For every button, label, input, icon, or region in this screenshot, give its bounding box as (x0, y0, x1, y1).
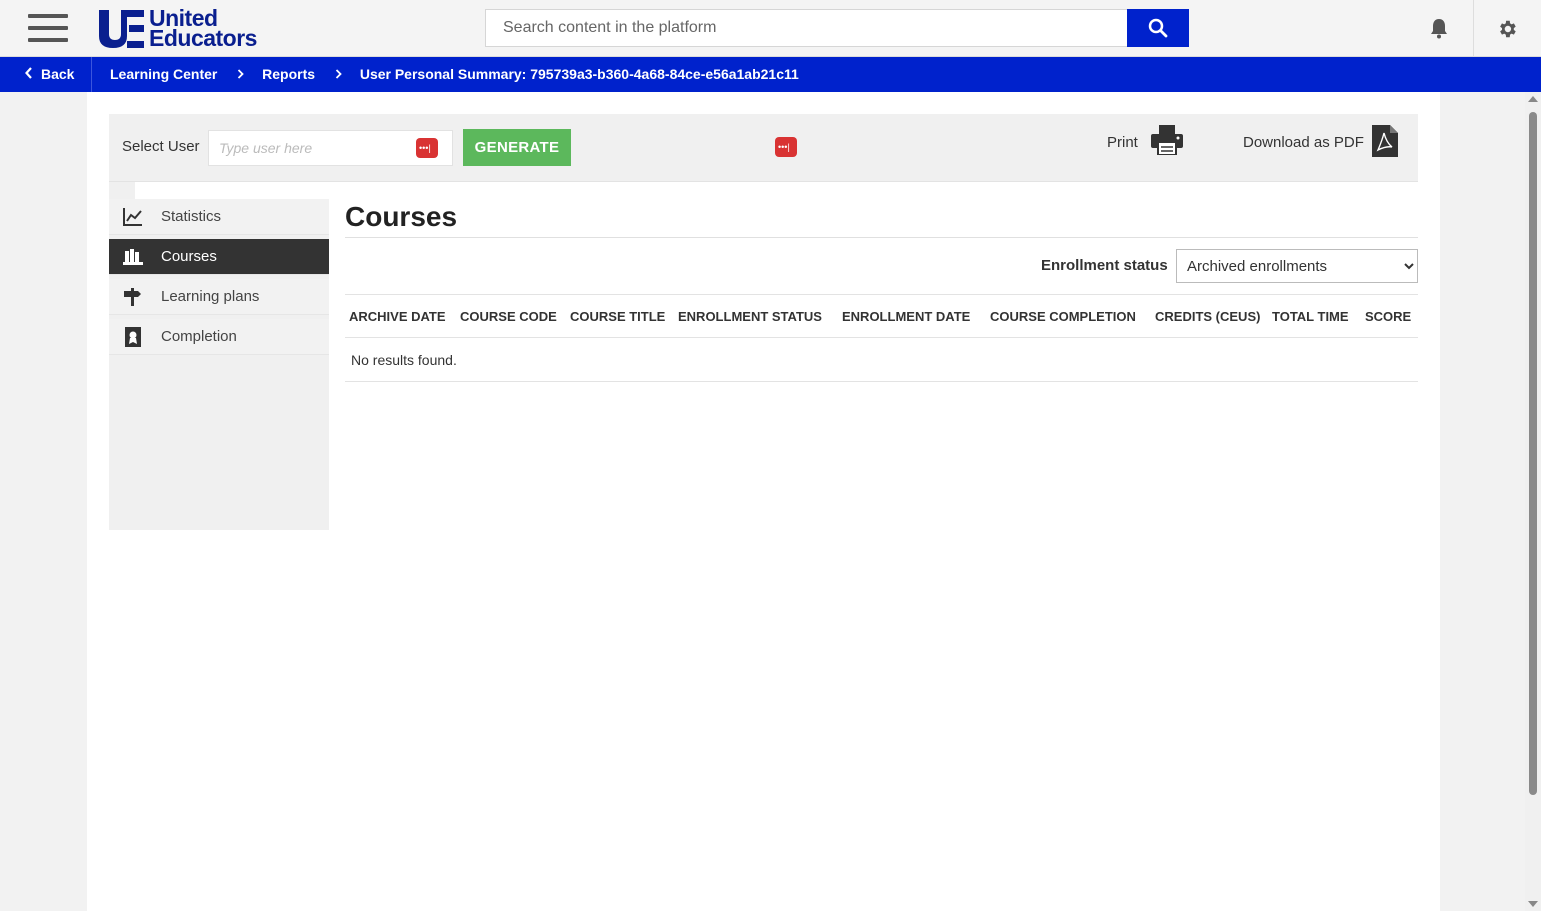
sidenav-label-courses: Courses (161, 248, 217, 265)
search-button[interactable] (1127, 9, 1189, 47)
column-course-completion[interactable]: COURSE COMPLETION (986, 294, 1151, 338)
enrollment-status-select[interactable]: Archived enrollments (1176, 249, 1418, 283)
column-total-time[interactable]: TOTAL TIME (1268, 294, 1361, 338)
breadcrumb-divider (91, 57, 92, 92)
sidenav-item-courses[interactable]: Courses (109, 239, 329, 275)
column-course-title[interactable]: COURSE TITLE (566, 294, 674, 338)
pdf-file-icon[interactable] (1372, 125, 1398, 157)
top-header: United Educators (0, 0, 1541, 57)
hamburger-menu-icon[interactable] (28, 14, 68, 42)
select-user-label: Select User (122, 138, 200, 155)
column-score[interactable]: SCORE (1361, 294, 1418, 338)
options-dots-button[interactable] (775, 137, 797, 157)
notification-bell-icon[interactable] (1428, 17, 1450, 39)
sidenav-item-statistics[interactable]: Statistics (109, 199, 329, 235)
chevron-left-icon (25, 57, 33, 92)
settings-gear-icon[interactable] (1496, 18, 1518, 40)
back-label: Back (41, 66, 75, 82)
report-sidenav: Statistics Courses Learning plans Comple… (109, 199, 329, 530)
sidenav-label-statistics: Statistics (161, 208, 222, 225)
search-icon (1148, 18, 1168, 38)
column-course-code[interactable]: COURSE CODE (456, 294, 566, 338)
sidenav-label-completion: Completion (161, 328, 237, 345)
report-page: Select User GENERATE Print Download as P… (87, 92, 1440, 911)
courses-icon (123, 249, 143, 265)
column-archive-date[interactable]: ARCHIVE DATE (345, 294, 456, 338)
search-input[interactable] (485, 9, 1127, 47)
sidenav-item-learning-plans[interactable]: Learning plans (109, 279, 329, 315)
united-educators-logo[interactable]: United Educators (97, 7, 257, 51)
scroll-up-arrow-icon[interactable] (1528, 96, 1538, 102)
sidenav-item-completion[interactable]: Completion (109, 319, 329, 355)
chevron-right-icon (335, 57, 342, 92)
page-title: Courses (345, 201, 458, 232)
print-label[interactable]: Print (1107, 134, 1138, 151)
chart-line-icon (123, 208, 142, 226)
enrollment-status-label: Enrollment status (1041, 257, 1168, 274)
logo-mark-icon (99, 10, 144, 48)
chevron-right-icon (237, 57, 245, 92)
header-divider (1473, 0, 1474, 57)
scrollbar-thumb[interactable] (1529, 112, 1537, 795)
user-picker-button[interactable] (416, 138, 438, 158)
column-enrollment-date[interactable]: ENROLLMENT DATE (838, 294, 986, 338)
breadcrumb-bar: Back Learning Center Reports User Person… (0, 57, 1541, 92)
breadcrumb-learning-center[interactable]: Learning Center (110, 66, 217, 82)
back-button[interactable]: Back (25, 57, 74, 92)
column-credits[interactable]: CREDITS (CEUS) (1151, 294, 1268, 338)
generate-button[interactable]: GENERATE (463, 129, 571, 166)
tab-notch (109, 182, 135, 199)
breadcrumb-reports[interactable]: Reports (262, 66, 315, 82)
column-enrollment-status[interactable]: ENROLLMENT STATUS (674, 294, 838, 338)
title-divider (345, 237, 1418, 238)
courses-table: ARCHIVE DATE COURSE CODE COURSE TITLE EN… (345, 294, 1418, 382)
sidenav-label-learning-plans: Learning plans (161, 288, 260, 305)
download-pdf-label[interactable]: Download as PDF (1243, 134, 1364, 151)
logo-text-line2: Educators (149, 25, 257, 51)
printer-icon[interactable] (1151, 125, 1183, 155)
certificate-icon (125, 327, 141, 347)
table-row: No results found. (345, 337, 1418, 382)
report-toolbar: Select User GENERATE Print Download as P… (109, 114, 1418, 182)
signpost-icon (124, 288, 141, 306)
empty-results-message: No results found. (345, 337, 1418, 382)
table-header-row: ARCHIVE DATE COURSE CODE COURSE TITLE EN… (345, 294, 1418, 338)
breadcrumb-current-page: User Personal Summary: 795739a3-b360-4a6… (359, 66, 799, 82)
vertical-scrollbar[interactable] (1525, 92, 1541, 911)
scroll-down-arrow-icon[interactable] (1528, 901, 1538, 907)
breadcrumb: Learning Center Reports User Personal Su… (110, 57, 799, 92)
